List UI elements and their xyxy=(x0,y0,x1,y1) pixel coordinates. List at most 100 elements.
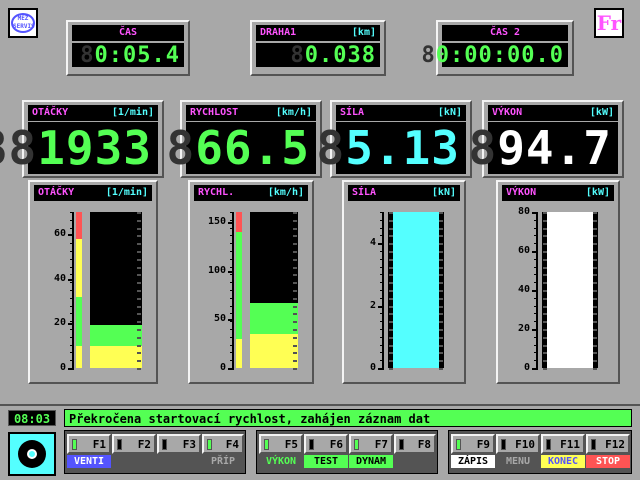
gauge-bar-mark xyxy=(439,344,443,347)
cas-display: 8 0:05.4 xyxy=(72,43,184,68)
rychlost-value: 66.5 xyxy=(195,121,310,175)
gauge-minor-tick xyxy=(380,329,383,330)
gauge-bar-mark xyxy=(593,329,597,331)
gauge-minor-tick xyxy=(534,321,537,323)
vykon-gauge: VÝKON [kW] 80 60 40 20 0 xyxy=(496,180,620,384)
gauge-minor-tick xyxy=(380,305,383,307)
gauge-minor-tick xyxy=(380,344,383,346)
venti-label: VENTI xyxy=(67,455,111,468)
gauge-bar-fill-upper xyxy=(90,324,142,346)
gauge-minor-tick xyxy=(534,212,537,213)
gauge-bar-mark xyxy=(439,329,443,331)
gauge-tick-label: 60 xyxy=(517,245,530,256)
gauge-bar-mark xyxy=(543,219,547,222)
gauge-bar-mark xyxy=(543,235,547,238)
gauge-bar-mark xyxy=(137,243,141,246)
gauge-minor-tick xyxy=(70,251,73,252)
f10-button[interactable]: F10 xyxy=(496,434,540,454)
gauge-bar-mark xyxy=(439,274,443,277)
gauge-minor-tick xyxy=(534,251,537,252)
sila-gauge: SÍLA [kN] 420 xyxy=(342,180,466,384)
gauge-minor-tick xyxy=(534,313,537,315)
gauge-minor-tick xyxy=(230,227,233,229)
gauge-minor-tick xyxy=(230,258,233,260)
vykon-display: 8 94.7 xyxy=(469,121,618,175)
f3-button[interactable]: F3 xyxy=(157,434,201,454)
gauge-bar-fill-lower xyxy=(250,333,298,368)
f5-button[interactable]: F5 xyxy=(259,434,303,454)
gauge-bar-mark xyxy=(543,344,547,347)
gauge-tick-label: 0 xyxy=(59,362,66,373)
sila-display: 8 5.13 xyxy=(317,121,466,175)
gauge-minor-tick xyxy=(534,282,537,284)
gauge-bar-mark xyxy=(543,258,547,261)
f8-button[interactable]: F8 xyxy=(394,434,436,454)
f11-button[interactable]: F11 xyxy=(541,434,585,454)
gauge-tick-label: 20 xyxy=(517,323,530,334)
gauge-tick-label: 4 xyxy=(369,237,376,249)
gauge-bar-mark xyxy=(439,290,443,292)
cas2-value: 0:00:00.0 xyxy=(435,42,564,68)
gauge-tick-label: 40 xyxy=(517,284,530,295)
gauge-minor-tick xyxy=(380,266,383,268)
gauge-minor-tick xyxy=(230,235,233,237)
gauge-bar-fill xyxy=(393,212,439,368)
f12-button[interactable]: F12 xyxy=(586,434,630,454)
gauge-bar-mark xyxy=(293,313,297,316)
draha-panel: DRAHA1 [km] 8 0.038 xyxy=(250,20,386,76)
gauge-bar-mark xyxy=(137,352,141,355)
gauge-minor-tick xyxy=(534,368,537,369)
gauge-bar-mark xyxy=(389,243,393,246)
gauge-bar-mark xyxy=(137,235,141,238)
f9-button[interactable]: F9 xyxy=(451,434,495,454)
gauge-bar-mark xyxy=(593,219,597,222)
gauge-minor-tick xyxy=(380,360,383,362)
f7-button[interactable]: F7 xyxy=(349,434,393,454)
f6-button[interactable]: F6 xyxy=(304,434,348,454)
gauge-minor-tick xyxy=(380,336,383,338)
gauge-bar-mark xyxy=(543,243,547,246)
otacky-panel: OTÁČKY[1/min] 881933 xyxy=(0,100,164,178)
f2-button[interactable]: F2 xyxy=(112,434,156,454)
gauge-bar-mark xyxy=(593,243,597,246)
status-clock: 08:03 xyxy=(8,410,56,426)
gauge-bar-mark xyxy=(593,251,597,253)
gauge-color-strip xyxy=(76,212,82,239)
gauge-minor-tick xyxy=(380,258,383,260)
test-label: TEST xyxy=(304,455,348,468)
gauge-bar-mark xyxy=(439,360,443,363)
gauge-minor-tick xyxy=(230,329,233,330)
gauge-tick-label: 50 xyxy=(213,313,226,325)
gauge-bar-fill-lower xyxy=(90,345,142,368)
gauge-bar-mark xyxy=(389,352,393,355)
gauge-bar-mark xyxy=(293,219,297,222)
gauge-minor-tick xyxy=(70,360,73,362)
zapis-label: ZÁPIS xyxy=(451,455,495,468)
gauge-bar-mark xyxy=(389,227,393,230)
gauge-bar-mark xyxy=(137,344,141,347)
gauge-bar-mark xyxy=(543,251,547,253)
gauge-bar-mark xyxy=(389,305,393,308)
vykon-panel: VÝKON [kW] 8 94.7 xyxy=(469,100,624,178)
gauge-bar-mark xyxy=(543,368,547,370)
gauge-minor-tick xyxy=(70,336,73,338)
gauge-bar-mark xyxy=(389,290,393,292)
gauge-bar-mark xyxy=(389,212,393,214)
gauge-color-strip xyxy=(76,296,82,346)
gauge-minor-tick xyxy=(534,219,537,221)
f1-button[interactable]: F1 xyxy=(67,434,111,454)
f4-button[interactable]: F4 xyxy=(202,434,244,454)
gauge-bar-mark xyxy=(293,251,297,253)
disk-icon[interactable] xyxy=(8,432,56,476)
gauge-minor-tick xyxy=(380,227,383,229)
draha-display: 8 0.038 xyxy=(256,43,380,68)
cas2-panel: ČAS 2 8 0:00:00.0 xyxy=(422,20,574,76)
gauge-bar-mark xyxy=(389,235,393,238)
gauge-bar-mark xyxy=(593,360,597,363)
gauge-minor-tick xyxy=(380,368,383,369)
gauge-minor-tick xyxy=(230,243,233,245)
gauge-bar-mark xyxy=(543,305,547,308)
gauge-minor-tick xyxy=(380,321,383,323)
status-message: Překročena startovací rychlost, zahájen … xyxy=(64,409,632,427)
gauge-bar-mark xyxy=(543,313,547,316)
